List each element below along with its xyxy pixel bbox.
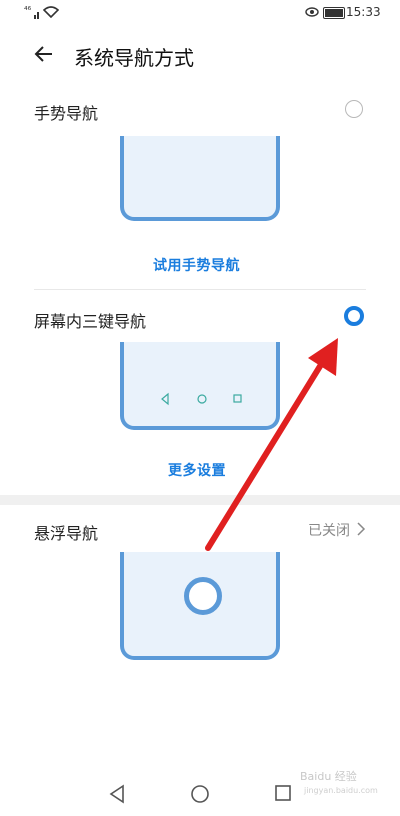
page-title: 系统导航方式 (74, 46, 194, 70)
nav-home-icon[interactable] (190, 784, 210, 804)
eye-comfort-icon (305, 7, 319, 17)
three-key-nav-radio[interactable] (344, 306, 364, 326)
battery-icon (323, 7, 345, 19)
floating-dot-icon (184, 577, 222, 615)
gesture-nav-label: 手势导航 (34, 104, 99, 123)
floating-nav-preview (120, 552, 280, 660)
nav-back-icon[interactable] (108, 784, 126, 804)
three-key-nav-label: 屏幕内三键导航 (34, 312, 147, 331)
back-arrow-icon[interactable] (32, 42, 56, 66)
floating-nav-label: 悬浮导航 (34, 524, 99, 543)
chevron-right-icon[interactable] (356, 522, 366, 536)
gesture-nav-radio[interactable] (345, 100, 363, 118)
watermark-url: jingyan.baidu.com (304, 786, 378, 795)
status-bar: ⁴⁶ 15:33 (0, 0, 400, 26)
try-gesture-link[interactable]: 试用手势导航 (153, 255, 240, 275)
divider (34, 289, 366, 290)
nav-recent-icon[interactable] (274, 784, 292, 802)
signal-indicator: ⁴⁶ (24, 6, 32, 16)
red-arrow-annotation (205, 338, 338, 551)
wifi-icon (43, 6, 59, 18)
status-time: 15:33 (346, 5, 381, 19)
gesture-nav-preview (120, 136, 280, 221)
watermark: Baidu 经验 (300, 770, 357, 783)
